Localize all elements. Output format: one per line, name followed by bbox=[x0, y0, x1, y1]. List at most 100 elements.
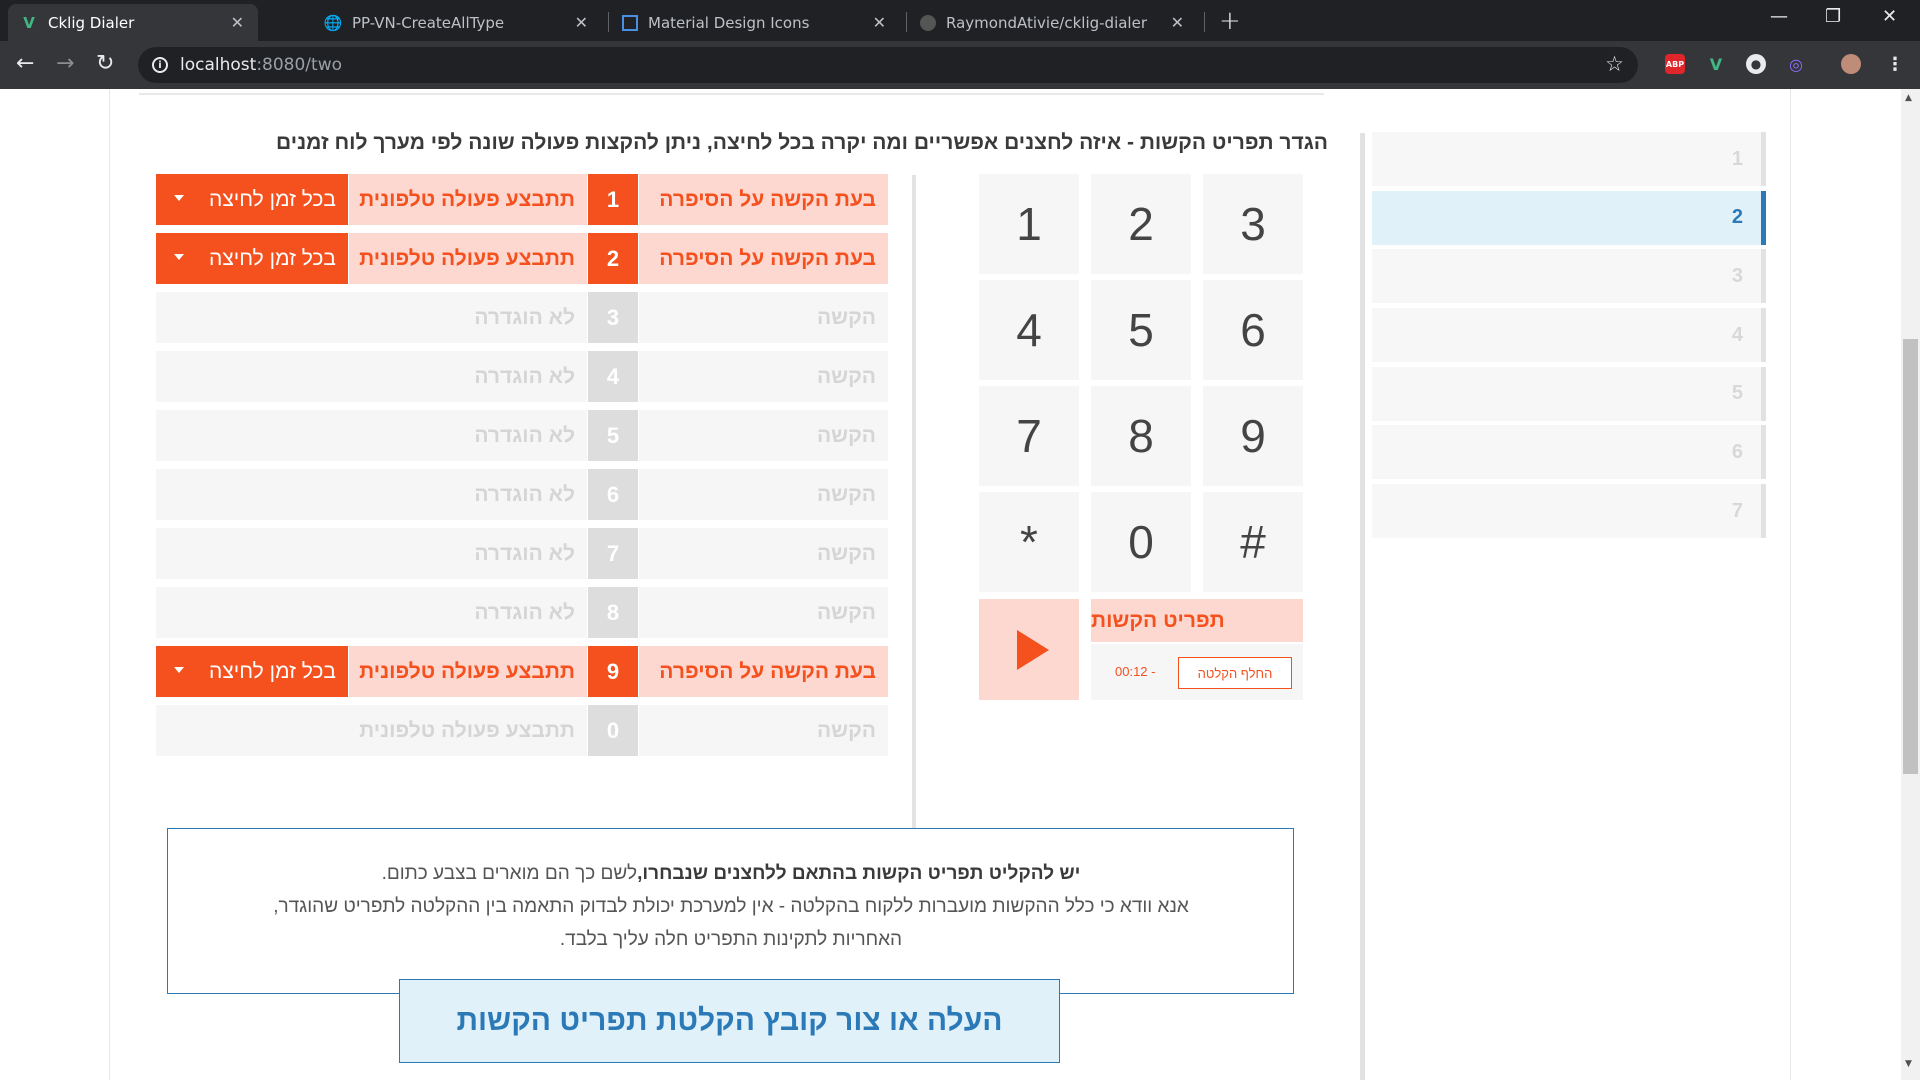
page-content: 1 2 3 4 5 6 7 הגדר תפריט הקשות - איזה לח… bbox=[0, 89, 1920, 1080]
key-button[interactable]: 8 bbox=[1091, 386, 1191, 486]
bookmark-star-icon[interactable]: ☆ bbox=[1605, 52, 1624, 76]
reload-icon[interactable]: ↻ bbox=[96, 51, 114, 76]
scroll-up-arrow-icon[interactable]: ▲ bbox=[1905, 93, 1912, 103]
key-button[interactable]: 9 bbox=[1203, 386, 1303, 486]
caret-down-icon bbox=[174, 667, 184, 673]
tab-material-icons[interactable]: Material Design Icons ✕ bbox=[610, 4, 900, 41]
step-item-4[interactable]: 4 bbox=[1372, 308, 1766, 363]
menu-kebab-icon[interactable]: ⋮ bbox=[1885, 54, 1905, 75]
row-action[interactable]: תתבצע פעולה טלפונית bbox=[349, 646, 587, 697]
key-button[interactable]: 6 bbox=[1203, 280, 1303, 380]
mapping-row-4: הקשה 4 לא הוגדרה bbox=[156, 351, 888, 402]
url-path: :8080/two bbox=[256, 55, 343, 75]
step-item-6[interactable]: 6 bbox=[1372, 425, 1766, 480]
row-action[interactable]: לא הוגדרה bbox=[156, 292, 587, 343]
timing-dropdown[interactable]: בכל זמן לחיצה bbox=[156, 646, 348, 697]
step-item-5[interactable]: 5 bbox=[1372, 366, 1766, 421]
key-button[interactable]: 4 bbox=[979, 280, 1079, 380]
row-digit[interactable]: 5 bbox=[588, 410, 638, 461]
close-icon[interactable]: ✕ bbox=[231, 13, 244, 32]
forward-arrow-icon[interactable]: → bbox=[56, 51, 74, 76]
tab-pp-vn[interactable]: 🌐 PP-VN-CreateAllType ✕ bbox=[312, 4, 602, 41]
row-action[interactable]: תתבצע פעולה טלפונית bbox=[349, 174, 587, 225]
key-button[interactable]: 5 bbox=[1091, 280, 1191, 380]
tab-title: RaymondAtivie/cklig-dialer bbox=[946, 13, 1147, 32]
row-digit[interactable]: 2 bbox=[588, 233, 638, 284]
caret-down-icon bbox=[174, 195, 184, 201]
key-button[interactable]: 3 bbox=[1203, 174, 1303, 274]
timing-dropdown-label: בכל זמן לחיצה bbox=[209, 187, 336, 211]
tab-cklig-dialer[interactable]: V Cklig Dialer ✕ bbox=[8, 4, 258, 41]
row-action[interactable]: תתבצע פעולה טלפונית bbox=[349, 233, 587, 284]
step-item-2-active[interactable]: 2 bbox=[1372, 190, 1766, 245]
top-divider bbox=[139, 93, 1324, 95]
close-icon[interactable]: ✕ bbox=[575, 13, 588, 32]
step-item-3[interactable]: 3 bbox=[1372, 249, 1766, 304]
step-item-1[interactable]: 1 bbox=[1372, 132, 1766, 186]
row-digit[interactable]: 4 bbox=[588, 351, 638, 402]
play-recording-button[interactable] bbox=[979, 599, 1079, 700]
timing-dropdown-label: בכל זמן לחיצה bbox=[209, 659, 336, 683]
window-close-icon[interactable]: ✕ bbox=[1882, 6, 1897, 27]
row-digit[interactable]: 9 bbox=[588, 646, 638, 697]
tab-title: Cklig Dialer bbox=[48, 13, 135, 32]
tab-separator bbox=[906, 12, 907, 32]
upload-recording-button[interactable]: העלה או צור קובץ הקלטת תפריט הקשות bbox=[399, 979, 1060, 1063]
minimize-icon[interactable]: — bbox=[1770, 6, 1788, 27]
key-button[interactable]: 1 bbox=[979, 174, 1079, 274]
restore-icon[interactable]: ❐ bbox=[1825, 6, 1841, 27]
row-condition: בעת הקשה על הסיפרה bbox=[639, 646, 888, 697]
row-digit[interactable]: 7 bbox=[588, 528, 638, 579]
row-action[interactable]: לא הוגדרה bbox=[156, 469, 587, 520]
scroll-down-arrow-icon[interactable]: ▼ bbox=[1905, 1059, 1912, 1069]
address-bar[interactable]: i localhost :8080/two ☆ bbox=[138, 47, 1638, 83]
page-title: הגדר תפריט הקשות - איזה לחצנים אפשריים ו… bbox=[276, 131, 1328, 154]
tab-title: PP-VN-CreateAllType bbox=[352, 13, 505, 32]
vue-devtools-extension-icon[interactable]: V bbox=[1706, 54, 1726, 74]
column-divider bbox=[1360, 133, 1365, 1080]
tab-github[interactable]: RaymondAtivie/cklig-dialer ✕ bbox=[908, 4, 1198, 41]
row-action[interactable]: תתבצע פעולה טלפונית bbox=[156, 705, 587, 756]
new-tab-button[interactable]: + bbox=[1219, 6, 1241, 36]
play-icon bbox=[1017, 629, 1049, 670]
step-item-7[interactable]: 7 bbox=[1372, 484, 1766, 539]
key-button[interactable]: 2 bbox=[1091, 174, 1191, 274]
adblock-extension-icon[interactable]: ABP bbox=[1665, 54, 1685, 74]
close-icon[interactable]: ✕ bbox=[873, 13, 886, 32]
row-digit[interactable]: 3 bbox=[588, 292, 638, 343]
mapping-row-3: הקשה 3 לא הוגדרה bbox=[156, 292, 888, 343]
timing-dropdown[interactable]: בכל זמן לחיצה bbox=[156, 174, 348, 225]
notice-line2: אנא וודא כי כלל ההקשות מועברות ללקוח בהק… bbox=[273, 896, 1189, 917]
url-host: localhost bbox=[180, 55, 257, 75]
extension-icon[interactable]: ● bbox=[1746, 54, 1766, 74]
extension-circle-icon[interactable]: ◎ bbox=[1786, 54, 1806, 74]
key-button[interactable]: 7 bbox=[979, 386, 1079, 486]
row-digit[interactable]: 1 bbox=[588, 174, 638, 225]
scrollbar-thumb[interactable] bbox=[1903, 339, 1918, 774]
notice-text: יש להקליט תפריט הקשות בהתאם ללחצנים שנבח… bbox=[198, 857, 1264, 956]
row-digit[interactable]: 0 bbox=[588, 705, 638, 756]
row-condition: הקשה bbox=[639, 351, 888, 402]
back-arrow-icon[interactable]: ← bbox=[16, 51, 34, 76]
key-button[interactable]: * bbox=[979, 492, 1079, 592]
row-action[interactable]: לא הוגדרה bbox=[156, 587, 587, 638]
row-condition: בעת הקשה על הסיפרה bbox=[639, 233, 888, 284]
steps-sidebar: 1 2 3 4 5 6 7 bbox=[1372, 132, 1766, 543]
row-condition: בעת הקשה על הסיפרה bbox=[639, 174, 888, 225]
mapping-row-9: בעת הקשה על הסיפרה 9 תתבצע פעולה טלפונית… bbox=[156, 646, 888, 697]
row-action[interactable]: לא הוגדרה bbox=[156, 528, 587, 579]
replace-recording-button[interactable]: החלף הקלטה bbox=[1178, 657, 1292, 689]
caret-down-icon bbox=[174, 254, 184, 260]
row-action[interactable]: לא הוגדרה bbox=[156, 410, 587, 461]
timing-dropdown[interactable]: בכל זמן לחיצה bbox=[156, 233, 348, 284]
key-button[interactable]: 0 bbox=[1091, 492, 1191, 592]
row-digit[interactable]: 8 bbox=[588, 587, 638, 638]
key-button[interactable]: # bbox=[1203, 492, 1303, 592]
browser-toolbar: ← → ↻ i localhost :8080/two ☆ bbox=[0, 41, 1920, 89]
row-digit[interactable]: 6 bbox=[588, 469, 638, 520]
avatar[interactable] bbox=[1841, 54, 1861, 74]
mapping-row-6: הקשה 6 לא הוגדרה bbox=[156, 469, 888, 520]
info-icon[interactable]: i bbox=[152, 57, 168, 73]
row-action[interactable]: לא הוגדרה bbox=[156, 351, 587, 402]
close-icon[interactable]: ✕ bbox=[1171, 13, 1184, 32]
